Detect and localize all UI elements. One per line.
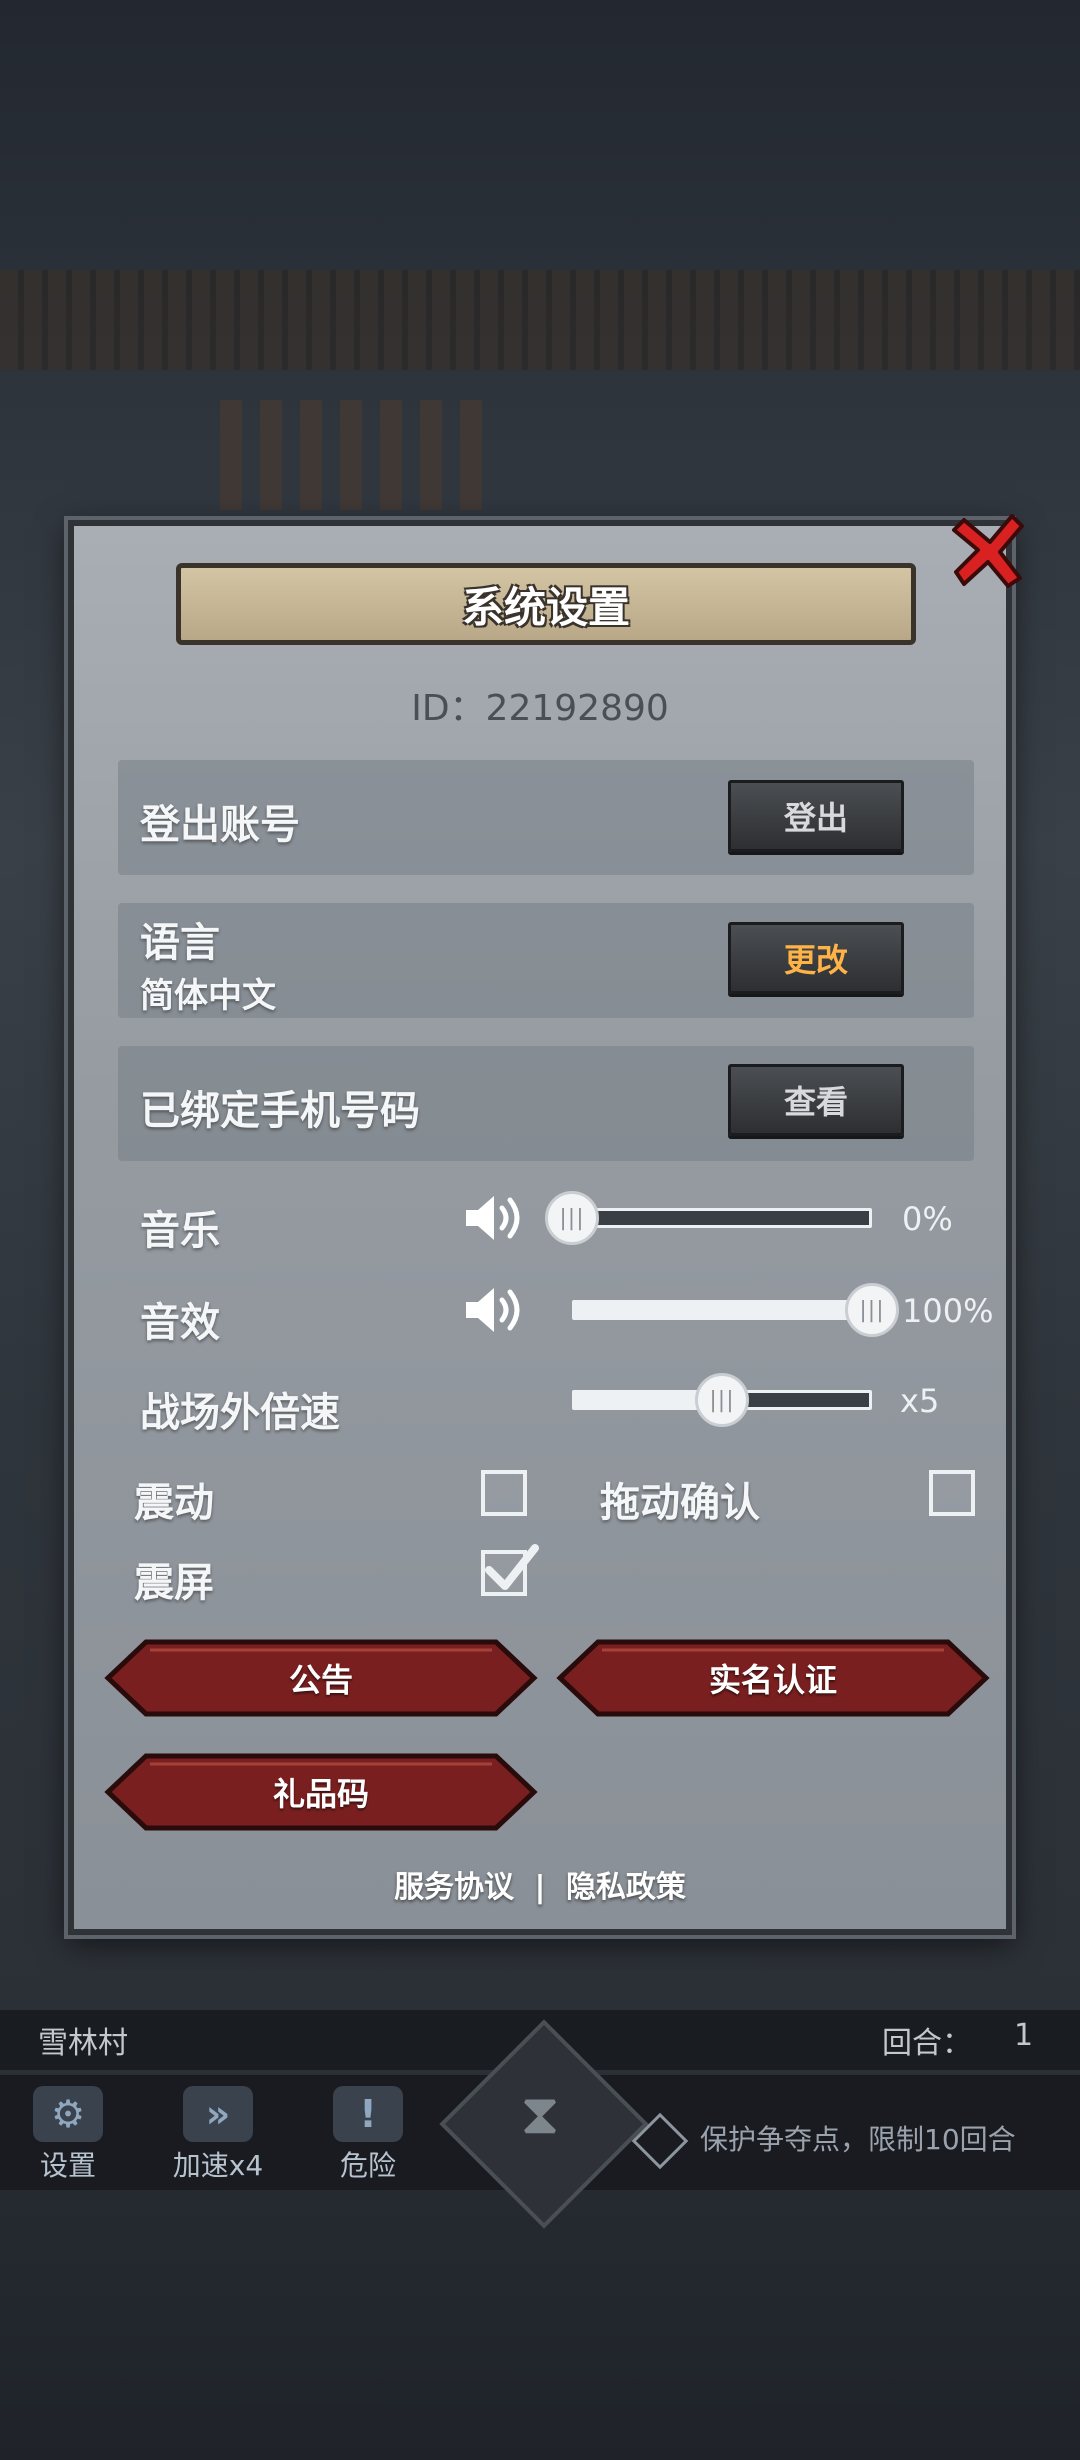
footer-links: 服务协议 | 隐私政策: [80, 1862, 1000, 1906]
vibrate-checkbox[interactable]: [481, 1470, 527, 1516]
checkmark-icon: [485, 1544, 539, 1590]
logout-button[interactable]: 登出: [728, 780, 904, 852]
scene-fence: [0, 270, 1080, 370]
sfx-label: 音效: [140, 1300, 220, 1346]
close-icon: [952, 514, 1024, 588]
notice-button[interactable]: 公告: [104, 1638, 538, 1718]
change-language-button[interactable]: 更改: [728, 922, 904, 994]
language-current: 简体中文: [140, 976, 276, 1016]
crossed-swords-icon: [631, 2112, 689, 2170]
giftcode-label: 礼品码: [272, 1775, 369, 1813]
drag-confirm-checkbox[interactable]: [929, 1470, 975, 1516]
music-value: 0%: [902, 1200, 953, 1238]
village-name: 雪林村: [38, 2026, 128, 2061]
music-slider-track[interactable]: [572, 1208, 872, 1228]
vibrate-label: 震动: [134, 1480, 214, 1526]
bottom-letterbox: [0, 2190, 1080, 2460]
speaker-icon[interactable]: [462, 1190, 526, 1246]
dialog-title-plate: 系统设置: [176, 563, 916, 645]
language-label: 语言: [140, 920, 220, 966]
hud-settings-label: 设置: [39, 2149, 96, 2182]
view-phone-button[interactable]: 查看: [728, 1064, 904, 1136]
mission-goal-text: 保护争夺点，限制10回合: [700, 2123, 1016, 2156]
mission-goal: 保护争夺点，限制10回合: [631, 2112, 1016, 2170]
exclamation-icon: !: [333, 2086, 403, 2142]
speed-slider-handle[interactable]: |||: [695, 1373, 749, 1427]
speed-label: 战场外倍速: [140, 1390, 340, 1436]
screen-shake-label: 震屏: [134, 1560, 214, 1606]
hud-settings-button[interactable]: ⚙ 设置: [8, 2086, 128, 2184]
music-label: 音乐: [140, 1208, 220, 1254]
sfx-slider-track[interactable]: [572, 1300, 872, 1320]
sfx-slider-fill: [575, 1303, 869, 1317]
hud-danger-label: 危险: [339, 2149, 396, 2182]
hud-danger-button[interactable]: ! 危险: [308, 2086, 428, 2184]
sfx-slider-handle[interactable]: |||: [845, 1283, 899, 1337]
dialog-title: 系统设置: [461, 582, 630, 632]
realname-label: 实名认证: [708, 1661, 837, 1699]
hourglass-icon: ⧗: [520, 2082, 560, 2147]
music-slider-handle[interactable]: |||: [545, 1191, 599, 1245]
service-agreement-link[interactable]: 服务协议: [394, 1870, 514, 1905]
realname-button[interactable]: 实名认证: [556, 1638, 990, 1718]
gear-icon: ⚙: [33, 2086, 103, 2142]
hud-speed-label: 加速x4: [172, 2149, 264, 2182]
drag-confirm-label: 拖动确认: [600, 1480, 760, 1526]
phone-label: 已绑定手机号码: [140, 1088, 420, 1134]
footer-separator: |: [534, 1870, 546, 1905]
logout-label: 登出账号: [140, 802, 300, 848]
privacy-policy-link[interactable]: 隐私政策: [566, 1870, 686, 1905]
hud-speed-button[interactable]: » 加速x4: [158, 2086, 278, 2184]
close-button[interactable]: [950, 510, 1030, 590]
sfx-value: 100%: [902, 1292, 994, 1330]
player-id: ID：22192890: [411, 688, 669, 729]
scene-palisade: [220, 400, 500, 510]
notice-label: 公告: [288, 1661, 353, 1699]
round-label: 回合：: [882, 2026, 972, 2061]
round-value: 1: [1014, 2018, 1034, 2053]
top-letterbox: [0, 0, 1080, 270]
giftcode-button[interactable]: 礼品码: [104, 1752, 538, 1832]
fast-forward-icon: »: [183, 2086, 253, 2142]
speaker-icon[interactable]: [462, 1282, 526, 1338]
speed-value: x5: [900, 1382, 940, 1420]
screen-shake-checkbox[interactable]: [481, 1544, 539, 1596]
